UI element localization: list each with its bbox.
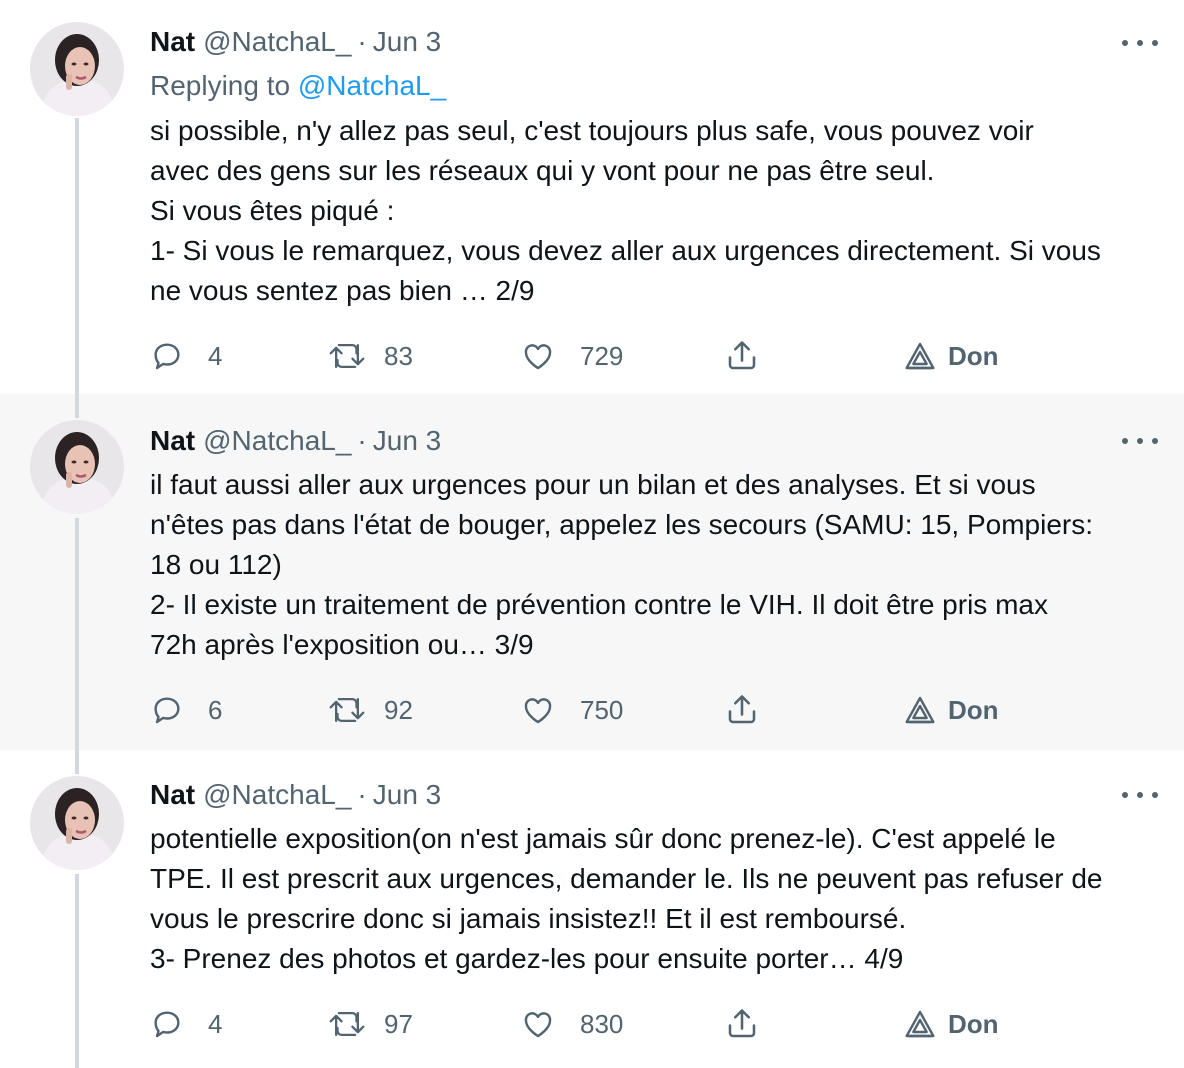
tweet-text-line: Si vous êtes piqué :: [150, 195, 395, 226]
tweet[interactable]: Nat @NatchaL_ · Jun 3 potentielle exposi…: [0, 750, 1184, 1068]
author-name[interactable]: Nat: [150, 779, 195, 811]
tweet-date[interactable]: Jun 3: [373, 425, 442, 457]
tweet-thread: Nat @NatchaL_ · Jun 3 Replying to @Natch…: [0, 0, 1184, 1068]
share-icon: [728, 1009, 756, 1038]
avatar-photo: [30, 22, 124, 116]
avatar[interactable]: [30, 420, 124, 514]
tweet-actions: 4 83 729 Don: [150, 336, 1050, 376]
like-count: 830: [580, 1008, 624, 1039]
more-options-icon[interactable]: [1122, 790, 1158, 800]
heart-icon: [524, 698, 552, 724]
author-handle[interactable]: @NatchaL_: [203, 26, 351, 58]
tweet-text-line: 72h après l'exposition ou… 3/9: [150, 629, 534, 660]
tweet-actions: 6 92 750 Don: [150, 690, 1050, 730]
tweet-date[interactable]: Jun 3: [373, 26, 442, 58]
like-count: 750: [580, 694, 624, 725]
reply-count: 4: [208, 340, 223, 371]
donate-button[interactable]: Don: [904, 690, 999, 730]
thread-connector: [75, 518, 79, 750]
tweet-text-line: il faut aussi aller aux urgences pour un…: [150, 469, 1036, 500]
retweet-icon: [329, 343, 365, 369]
more-options-icon[interactable]: [1122, 436, 1158, 446]
share-button[interactable]: [724, 336, 760, 376]
retweet-button[interactable]: 83: [328, 336, 413, 376]
heart-icon: [524, 1012, 552, 1038]
tweet-text-line: vous le prescrire donc si jamais insiste…: [150, 903, 907, 934]
avatar[interactable]: [30, 22, 124, 116]
tweet-header: Nat @NatchaL_ · Jun 3: [150, 424, 441, 458]
tweet[interactable]: Nat @NatchaL_ · Jun 3 Replying to @Natch…: [0, 0, 1184, 394]
tweet-text-line: avec des gens sur les réseaux qui y vont…: [150, 155, 935, 186]
donate-button[interactable]: Don: [904, 336, 999, 376]
tweet-text-line: si possible, n'y allez pas seul, c'est t…: [150, 115, 1034, 146]
reply-button[interactable]: 4: [150, 1004, 222, 1044]
avatar[interactable]: [30, 776, 124, 870]
author-name[interactable]: Nat: [150, 425, 195, 457]
author-handle[interactable]: @NatchaL_: [203, 779, 351, 811]
reply-count: 6: [208, 694, 223, 725]
reply-icon: [154, 697, 180, 724]
tweet-text-line: 18 ou 112): [150, 549, 282, 580]
share-icon: [728, 695, 756, 724]
thread-connector: [75, 750, 79, 774]
tweet-text-line: potentielle exposition(on n'est jamais s…: [150, 823, 1056, 854]
author-handle[interactable]: @NatchaL_: [203, 425, 351, 457]
tweet-text-line: 2- Il existe un traitement de prévention…: [150, 589, 1048, 620]
avatar-photo: [30, 776, 124, 870]
author-name[interactable]: Nat: [150, 26, 195, 58]
heart-icon: [524, 344, 552, 370]
tweet[interactable]: Nat @NatchaL_ · Jun 3 il faut aussi alle…: [0, 394, 1184, 750]
tweet-text: potentielle exposition(on n'est jamais s…: [150, 819, 1170, 979]
replying-to: Replying to @NatchaL_: [150, 70, 446, 102]
tweet-date[interactable]: Jun 3: [373, 779, 442, 811]
retweet-count: 92: [384, 694, 413, 725]
reply-icon: [154, 1011, 180, 1038]
more-options-icon[interactable]: [1122, 38, 1158, 48]
donate-button[interactable]: Don: [904, 1004, 999, 1044]
donate-icon: [905, 696, 935, 724]
like-button[interactable]: 750: [520, 690, 623, 730]
like-button[interactable]: 830: [520, 1004, 623, 1044]
reply-button[interactable]: 6: [150, 690, 222, 730]
retweet-icon: [329, 697, 365, 723]
replying-to-handle-link[interactable]: @NatchaL_: [298, 70, 446, 101]
donate-icon: [905, 342, 935, 370]
donate-label: Don: [948, 340, 999, 371]
tweet-text-line: TPE. Il est prescrit aux urgences, deman…: [150, 863, 1103, 894]
retweet-button[interactable]: 97: [328, 1004, 413, 1044]
retweet-count: 97: [384, 1008, 413, 1039]
tweet-text-line: n'êtes pas dans l'état de bouger, appele…: [150, 509, 1093, 540]
share-icon: [728, 341, 756, 370]
share-button[interactable]: [724, 690, 760, 730]
reply-icon: [154, 343, 180, 370]
thread-connector: [75, 874, 79, 1068]
share-button[interactable]: [724, 1004, 760, 1044]
donate-label: Don: [948, 1008, 999, 1039]
replying-to-label: Replying to: [150, 70, 291, 101]
reply-count: 4: [208, 1008, 223, 1039]
tweet-header: Nat @NatchaL_ · Jun 3: [150, 778, 441, 812]
retweet-icon: [329, 1011, 365, 1037]
thread-connector: [75, 394, 79, 418]
tweet-actions: 4 97 830 Don: [150, 1004, 1050, 1044]
retweet-count: 83: [384, 340, 413, 371]
thread-connector: [75, 118, 79, 394]
like-count: 729: [580, 340, 624, 371]
reply-button[interactable]: 4: [150, 336, 222, 376]
tweet-text-line: 1- Si vous le remarquez, vous devez alle…: [150, 235, 1101, 266]
like-button[interactable]: 729: [520, 336, 623, 376]
donate-icon: [905, 1010, 935, 1038]
tweet-text-line: 3- Prenez des photos et gardez-les pour …: [150, 943, 904, 974]
separator: ·: [357, 26, 367, 57]
retweet-button[interactable]: 92: [328, 690, 413, 730]
tweet-text: il faut aussi aller aux urgences pour un…: [150, 465, 1170, 665]
separator: ·: [357, 779, 367, 810]
tweet-text-line: ne vous sentez pas bien … 2/9: [150, 275, 535, 306]
tweet-header: Nat @NatchaL_ · Jun 3: [150, 25, 441, 59]
tweet-text: si possible, n'y allez pas seul, c'est t…: [150, 111, 1170, 311]
avatar-photo: [30, 420, 124, 514]
separator: ·: [357, 425, 367, 456]
donate-label: Don: [948, 694, 999, 725]
